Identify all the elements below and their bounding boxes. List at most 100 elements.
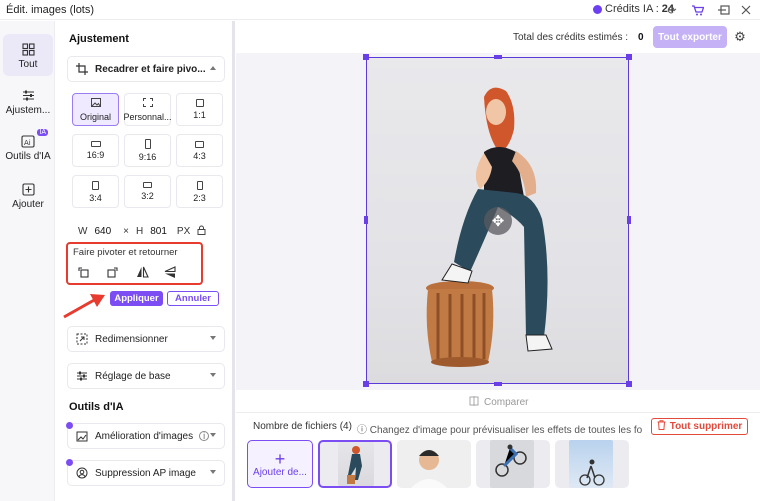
crop-handle-left[interactable] <box>364 216 368 224</box>
basic-adjust-accordion[interactable]: Réglage de base <box>67 363 225 389</box>
ratio-custom[interactable]: Personnal... <box>123 93 172 126</box>
height-label: H <box>135 226 144 237</box>
woman-thumbnail-image <box>347 446 362 484</box>
window-title: Édit. images (lots) <box>6 4 95 16</box>
portrait-shape-icon <box>92 180 99 190</box>
rotate-left-icon[interactable] <box>75 264 93 280</box>
crop-handle-right[interactable] <box>627 216 631 224</box>
delete-all-button[interactable]: Tout supprimer <box>651 418 748 435</box>
height-input[interactable]: 801 <box>150 226 167 237</box>
ai-dot-icon <box>66 459 73 466</box>
width-input[interactable]: 640 <box>94 226 111 237</box>
credits-label: Crédits IA : <box>605 3 659 15</box>
rail-item-ai-tools[interactable]: IA Ai Outils d'IA <box>3 129 53 162</box>
resize-accordion[interactable]: Redimensionner <box>67 326 225 352</box>
plus-square-icon <box>20 181 36 197</box>
crop-handle-top-right[interactable] <box>626 54 632 60</box>
crop-icon <box>75 62 89 76</box>
trash-icon <box>657 420 666 433</box>
grid-icon <box>20 41 36 57</box>
rail-item-add[interactable]: Ajouter <box>3 181 53 210</box>
file-count: Nombre de fichiers (4) <box>253 421 352 432</box>
bmx-rider-thumbnail-image <box>495 444 527 477</box>
thumbnail-2[interactable] <box>397 440 471 488</box>
crop-handle-top[interactable] <box>494 55 502 59</box>
dimensions-row: W 640 × H 801 PX <box>78 225 213 238</box>
landscape-shape-icon <box>143 182 152 188</box>
resize-label: Redimensionner <box>95 333 168 345</box>
basic-label: Réglage de base <box>95 370 171 382</box>
ratio-9-16[interactable]: 9:16 <box>124 134 171 167</box>
ratio-1-1[interactable]: 1:1 <box>176 93 223 126</box>
ia-badge: IA <box>37 129 48 136</box>
ratio-16-9[interactable]: 16:9 <box>72 134 119 167</box>
cancel-button[interactable]: Annuler <box>167 291 219 306</box>
unit-label: PX <box>176 226 191 237</box>
rail-item-label: Tout <box>18 59 38 70</box>
flip-vertical-icon[interactable] <box>161 264 179 280</box>
ratio-3-2[interactable]: 3:2 <box>124 175 171 208</box>
compare-icon <box>469 396 479 409</box>
thumbnail-1[interactable] <box>318 440 392 488</box>
crop-handle-bottom-left[interactable] <box>363 381 369 387</box>
resize-icon <box>75 332 89 346</box>
estimated-credits-value: 0 <box>638 32 644 43</box>
rail-item-label: Ajustem... <box>5 105 51 116</box>
file-hint: ⓘ Changez d'image pour prévisualiser les… <box>357 425 642 436</box>
rail-item-adjust[interactable]: Ajustem... <box>3 87 53 116</box>
enhance-icon <box>75 429 89 443</box>
landscape-shape-icon <box>195 140 204 148</box>
gear-icon[interactable]: ⚙ <box>732 29 748 45</box>
compare-toggle[interactable]: Comparer <box>469 396 528 409</box>
refresh-icon[interactable]: ⟳ <box>665 3 679 17</box>
credits-icon <box>593 4 602 14</box>
crop-handle-bottom[interactable] <box>494 382 502 386</box>
crop-rotate-accordion[interactable]: Recadrer et faire pivo... <box>67 56 225 82</box>
chevron-down-icon <box>210 433 216 437</box>
square-shape-icon <box>195 99 204 107</box>
thumbnail-3[interactable] <box>476 440 550 488</box>
annotation-arrow <box>63 294 105 319</box>
crop-handle-top-left[interactable] <box>363 54 369 60</box>
move-icon[interactable]: ✥ <box>484 207 512 235</box>
ratio-3-4[interactable]: 3:4 <box>72 175 119 208</box>
title-bar: Édit. images (lots) Crédits IA : 24 ⟳ <box>0 0 760 20</box>
apply-button[interactable]: Appliquer <box>110 291 163 306</box>
info-icon: ⓘ <box>357 425 370 436</box>
ai-dot-icon <box>66 422 73 429</box>
portrait-shape-icon <box>196 180 203 190</box>
flip-horizontal-icon[interactable] <box>133 264 151 280</box>
bg-remove-icon <box>75 466 89 480</box>
rotate-right-icon[interactable] <box>103 264 121 280</box>
cart-icon[interactable] <box>691 3 705 17</box>
svg-text:Ai: Ai <box>24 139 31 147</box>
width-label: W <box>78 226 88 237</box>
panel-scrollbar[interactable] <box>232 21 235 501</box>
rail-item-label: Outils d'IA <box>5 151 51 162</box>
ratio-grid: Original Personnal... 1:1 16:9 9:16 4:3 … <box>72 93 224 208</box>
ratio-4-3[interactable]: 4:3 <box>176 134 223 167</box>
maximize-icon[interactable] <box>718 3 732 17</box>
info-icon[interactable]: i <box>199 431 210 441</box>
lock-icon[interactable] <box>197 225 206 238</box>
bg-remove-accordion[interactable]: Suppression AP image <box>66 459 225 486</box>
rotate-title: Faire pivoter et retourner <box>73 247 178 258</box>
thumbnail-4[interactable] <box>555 440 629 488</box>
crop-handle-bottom-right[interactable] <box>626 381 632 387</box>
estimated-credits-label: Total des crédits estimés : <box>513 32 629 43</box>
export-all-button[interactable]: Tout exporter <box>653 26 727 48</box>
image-icon <box>90 97 101 109</box>
ai-tools-title: Outils d'IA <box>69 401 124 413</box>
adjust-panel: Ajustement Recadrer et faire pivo... Ori… <box>56 21 234 501</box>
ratio-original[interactable]: Original <box>72 93 119 126</box>
rail-item-all[interactable]: Tout <box>3 34 53 76</box>
portrait-shape-icon <box>144 139 151 149</box>
ai-credits[interactable]: Crédits IA : 24 <box>593 3 674 15</box>
left-rail: Tout Ajustem... IA Ai Outils d'IA Ajoute… <box>0 21 55 501</box>
enhance-accordion[interactable]: Amélioration d'images i <box>66 422 225 449</box>
landscape-shape-icon <box>90 141 101 147</box>
close-icon[interactable] <box>739 3 753 17</box>
add-files-button[interactable]: + Ajouter de... <box>247 440 313 488</box>
ratio-2-3[interactable]: 2:3 <box>176 175 223 208</box>
chevron-down-icon <box>210 336 216 340</box>
